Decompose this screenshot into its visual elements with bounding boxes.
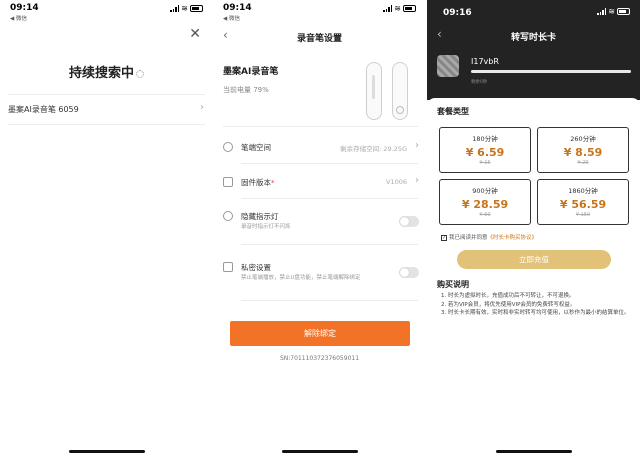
chevron-right-icon: › bbox=[200, 102, 204, 113]
hide-light-label: 隐藏指示灯 bbox=[241, 212, 279, 221]
storage-label: 笔端空间 bbox=[241, 143, 271, 152]
hide-light-desc: 录音时指示灯不闪烁 bbox=[241, 224, 291, 230]
storage-value: 剩余存储空间: 29.25G bbox=[340, 145, 407, 153]
divider bbox=[8, 94, 205, 95]
package-option[interactable]: 180分钟 ¥ 6.59 ¥ 15 bbox=[439, 127, 531, 173]
status-time: 09:14 bbox=[223, 3, 252, 13]
status-bar: 09:16 ≋ bbox=[427, 0, 640, 22]
remaining-time: 剩余0秒 bbox=[471, 80, 488, 85]
privacy-row: 私密设置 禁止笔端播放，禁止U盘功能，禁止笔端解除绑定 bbox=[223, 262, 419, 292]
divider bbox=[241, 300, 418, 301]
firmware-value: V1006 bbox=[386, 178, 407, 186]
package-price: ¥ 8.59 bbox=[563, 146, 603, 159]
package-original-price: ¥ 15 bbox=[479, 160, 491, 166]
serial-number: SN:701110372376059011 bbox=[279, 355, 360, 362]
package-duration: 260分钟 bbox=[570, 135, 596, 143]
divider bbox=[8, 124, 205, 125]
signal-icon bbox=[169, 5, 180, 12]
privacy-toggle[interactable] bbox=[399, 267, 419, 278]
update-badge: * bbox=[271, 179, 275, 187]
status-icons: ≋ bbox=[382, 4, 416, 13]
status-bar: 09:14 ◀ 微信 ≋ bbox=[213, 0, 426, 22]
unbind-button[interactable]: 解除绑定 bbox=[230, 321, 410, 346]
storage-pie-icon bbox=[223, 142, 233, 152]
pen-back-image bbox=[392, 62, 408, 120]
section-title: 套餐类型 bbox=[437, 107, 469, 116]
header: 09:16 ≋ ‹ 转写时长卡 I17vbR 剩余0秒 bbox=[427, 0, 640, 100]
pen-name: 墨案AI录音笔 bbox=[223, 67, 279, 77]
package-original-price: ¥ 20 bbox=[577, 160, 589, 166]
firmware-row[interactable]: 固件版本* V1006 › bbox=[223, 175, 419, 191]
battery-icon bbox=[403, 5, 416, 12]
signal-icon bbox=[596, 8, 607, 15]
package-original-price: ¥ 150 bbox=[575, 212, 591, 218]
status-bar: 09:14 ◀ 微信 ≋ bbox=[0, 0, 213, 22]
package-duration: 1860分钟 bbox=[568, 187, 598, 195]
page-title: 转写时长卡 bbox=[510, 33, 556, 43]
package-original-price: ¥ 60 bbox=[479, 212, 491, 218]
home-indicator bbox=[495, 450, 572, 453]
notes-title: 购买说明 bbox=[437, 280, 469, 289]
battery-icon bbox=[190, 5, 203, 12]
storage-row[interactable]: 笔端空间 剩余存储空间: 29.25G › bbox=[223, 140, 419, 156]
status-icons: ≋ bbox=[596, 7, 630, 16]
page-title: 录音笔设置 bbox=[296, 34, 342, 44]
agreement-link[interactable]: 《时长卡购买协议》 bbox=[488, 235, 538, 241]
firmware-label: 固件版本* bbox=[241, 178, 275, 187]
wifi-icon: ≋ bbox=[608, 7, 615, 16]
remaining-bar bbox=[471, 70, 631, 73]
package-option[interactable]: 900分钟 ¥ 28.59 ¥ 60 bbox=[439, 179, 531, 225]
privacy-desc: 禁止笔端播放，禁止U盘功能，禁止笔端解除绑定 bbox=[241, 275, 361, 281]
battery-icon bbox=[617, 8, 630, 15]
username: I17vbR bbox=[471, 57, 499, 66]
firmware-icon bbox=[223, 177, 233, 187]
package-price: ¥ 56.59 bbox=[559, 198, 607, 211]
agreement: ✓ 我已阅读并同意《时长卡购买协议》 bbox=[441, 233, 537, 241]
recharge-button[interactable]: 立即充值 bbox=[457, 250, 611, 269]
package-duration: 180分钟 bbox=[472, 135, 498, 143]
note-item: 3. 时长卡长期有效，实时和非实时转写均可使用，以秒作为最小的结算单位。 bbox=[441, 310, 630, 316]
signal-icon bbox=[382, 5, 393, 12]
chevron-right-icon: › bbox=[415, 140, 419, 151]
page-title: 持续搜索中 bbox=[0, 62, 213, 81]
wifi-icon: ≋ bbox=[394, 4, 401, 13]
pen-settings-screen: 09:14 ◀ 微信 ≋ ‹ 录音笔设置 墨案AI录音笔 当前电量 79% 笔端… bbox=[213, 0, 426, 459]
agree-text: 我已阅读并同意 bbox=[449, 235, 488, 241]
back-to-app-link[interactable]: ◀ 微信 bbox=[223, 14, 240, 22]
status-icons: ≋ bbox=[169, 4, 203, 13]
note-item: 2. 若为VIP会员，将优先使用VIP会员的免费转写权益。 bbox=[441, 301, 576, 308]
package-price: ¥ 6.59 bbox=[465, 146, 505, 159]
package-option[interactable]: 260分钟 ¥ 8.59 ¥ 20 bbox=[537, 127, 629, 173]
wifi-icon: ≋ bbox=[181, 4, 188, 13]
package-price: ¥ 28.59 bbox=[461, 198, 509, 211]
shield-icon bbox=[223, 262, 233, 272]
purchase-notes: 1. 时长为虚拟时长，充值成功后不可转让，不可退换。 2. 若为VIP会员，将优… bbox=[441, 292, 631, 318]
agree-checkbox[interactable]: ✓ bbox=[441, 234, 447, 241]
package-option[interactable]: 1860分钟 ¥ 56.59 ¥ 150 bbox=[537, 179, 629, 225]
privacy-label: 私密设置 bbox=[241, 263, 271, 272]
chevron-right-icon: › bbox=[415, 175, 419, 186]
hide-light-toggle[interactable] bbox=[399, 216, 419, 227]
close-icon[interactable]: ✕ bbox=[189, 26, 201, 42]
loading-spinner-icon bbox=[136, 69, 144, 78]
search-screen: 09:14 ◀ 微信 ≋ ✕ 持续搜索中 墨案AI录音笔 6059 › bbox=[0, 0, 213, 459]
divider bbox=[241, 163, 418, 164]
status-time: 09:14 bbox=[10, 3, 39, 13]
home-indicator bbox=[281, 450, 358, 453]
divider bbox=[223, 126, 418, 127]
lightbulb-icon bbox=[223, 211, 233, 221]
note-item: 1. 时长为虚拟时长，充值成功后不可转让，不可退换。 bbox=[441, 293, 575, 299]
divider bbox=[241, 244, 418, 245]
device-list-item[interactable]: 墨案AI录音笔 6059 bbox=[8, 104, 79, 115]
battery-level: 当前电量 79% bbox=[223, 86, 269, 94]
divider bbox=[241, 198, 418, 199]
status-time: 09:16 bbox=[443, 8, 472, 18]
back-to-app-link[interactable]: ◀ 微信 bbox=[10, 14, 27, 22]
hide-light-row: 隐藏指示灯 录音时指示灯不闪烁 bbox=[223, 211, 419, 237]
avatar bbox=[437, 55, 459, 77]
duration-card-screen: 09:16 ≋ ‹ 转写时长卡 I17vbR 剩余0秒 套餐类型 180分钟 ¥… bbox=[427, 0, 640, 459]
pen-front-image bbox=[366, 62, 382, 120]
home-indicator bbox=[68, 450, 145, 453]
package-duration: 900分钟 bbox=[472, 187, 498, 195]
